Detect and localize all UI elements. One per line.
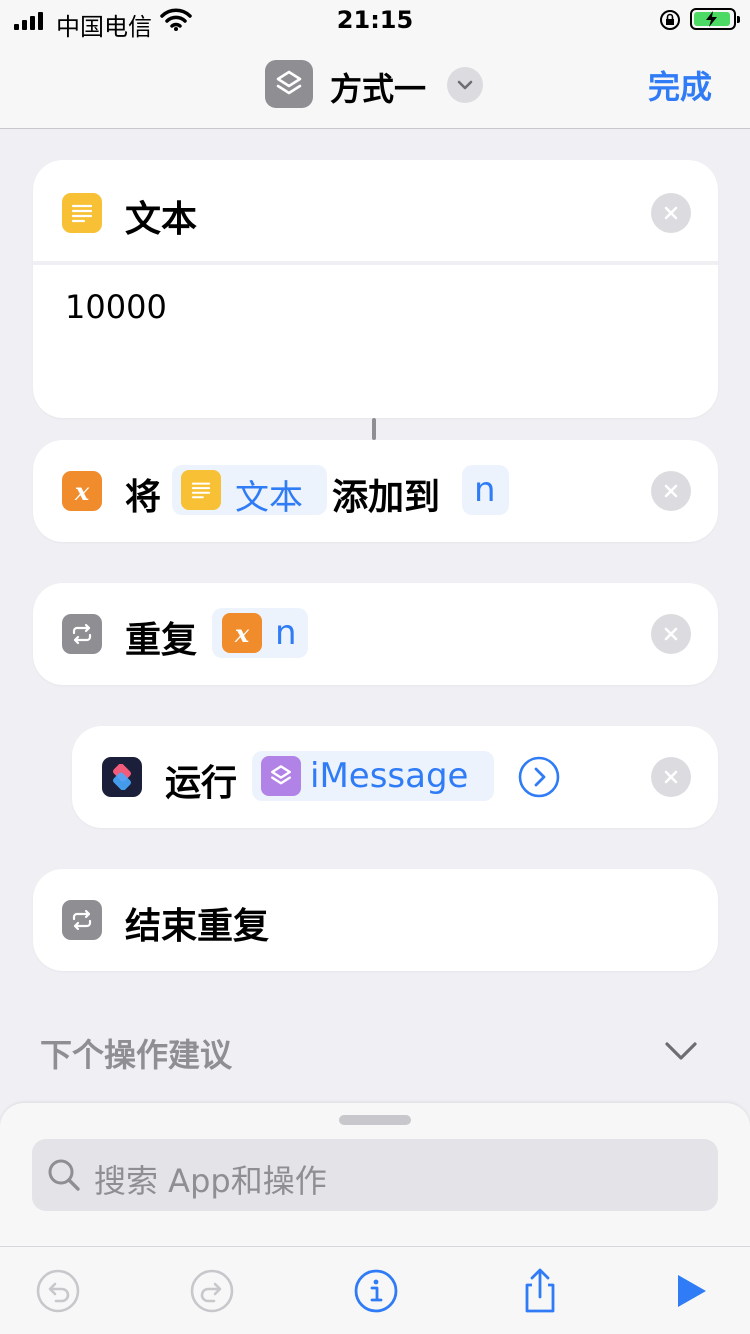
- token-label: 文本: [235, 478, 303, 518]
- search-input[interactable]: 搜索 App和操作: [32, 1139, 718, 1211]
- text-action-title: 文本: [125, 199, 198, 240]
- text-value-field[interactable]: 10000: [65, 288, 167, 326]
- actions-bottom-sheet[interactable]: 搜索 App和操作: [0, 1103, 750, 1246]
- shortcut-token[interactable]: iMessage: [252, 751, 494, 801]
- rotation-lock-icon: [660, 10, 680, 30]
- repeat-icon: [62, 900, 102, 940]
- info-icon: [354, 1269, 398, 1313]
- run-shortcut-card[interactable]: 运行 iMessage: [72, 726, 718, 828]
- variable-name-token[interactable]: n: [462, 465, 509, 515]
- play-icon: [678, 1275, 706, 1307]
- flow-connector: [372, 418, 376, 440]
- chevron-right-circle-icon[interactable]: [518, 756, 560, 798]
- remove-text-action-button[interactable]: [651, 193, 691, 233]
- done-button[interactable]: 完成: [648, 62, 712, 108]
- end-repeat-card[interactable]: 结束重复: [33, 869, 718, 971]
- undo-button[interactable]: [34, 1267, 82, 1315]
- info-button[interactable]: [352, 1267, 400, 1315]
- add-to-variable-card[interactable]: x 将 文本 添加到 n: [33, 440, 718, 542]
- add-verb-label: 将: [125, 477, 162, 518]
- run-button[interactable]: [666, 1267, 714, 1315]
- text-lines-icon: [62, 193, 102, 233]
- suggestions-header: 下个操作建议: [40, 1036, 233, 1074]
- redo-button[interactable]: [188, 1267, 236, 1315]
- add-connector-label: 添加到: [332, 477, 441, 518]
- token-label: iMessage: [310, 756, 469, 796]
- repeat-icon: [62, 614, 102, 654]
- repeat-action-title: 重复: [125, 620, 198, 661]
- title-chevron-down-icon[interactable]: [447, 67, 483, 103]
- shortcuts-app-icon: [102, 757, 142, 797]
- sheet-grabber[interactable]: [339, 1115, 411, 1125]
- run-action-title: 运行: [165, 763, 238, 804]
- variable-x-icon: x: [62, 471, 102, 511]
- shortcut-glyph-icon[interactable]: [265, 60, 313, 108]
- text-action-card[interactable]: 文本 10000: [33, 160, 718, 418]
- status-bar: 中国电信 21:15: [0, 0, 750, 44]
- search-placeholder: 搜索 App和操作: [94, 1162, 327, 1200]
- shortcut-title[interactable]: 方式一: [330, 64, 426, 110]
- token-label: n: [275, 613, 297, 653]
- search-icon: [48, 1159, 80, 1191]
- redo-icon: [190, 1269, 234, 1313]
- repeat-action-card[interactable]: 重复 x n: [33, 583, 718, 685]
- card-divider: [33, 261, 718, 265]
- text-lines-icon: [181, 470, 221, 510]
- share-icon: [525, 1268, 555, 1313]
- repeat-count-token[interactable]: x n: [212, 608, 308, 658]
- remove-add-action-button[interactable]: [651, 471, 691, 511]
- navigation-bar: 方式一 完成: [0, 44, 750, 129]
- remove-run-action-button[interactable]: [651, 757, 691, 797]
- end-repeat-title: 结束重复: [125, 906, 270, 947]
- text-variable-token[interactable]: 文本: [172, 465, 327, 518]
- bottom-toolbar: [0, 1246, 750, 1334]
- share-button[interactable]: [516, 1267, 564, 1315]
- chevron-down-icon[interactable]: [664, 1040, 698, 1062]
- remove-repeat-action-button[interactable]: [651, 614, 691, 654]
- token-label: n: [474, 470, 496, 510]
- status-time: 21:15: [336, 6, 414, 34]
- shortcut-glyph-icon: [261, 756, 301, 796]
- undo-icon: [36, 1269, 80, 1313]
- variable-x-icon: x: [222, 613, 262, 653]
- battery-icon: [690, 8, 740, 30]
